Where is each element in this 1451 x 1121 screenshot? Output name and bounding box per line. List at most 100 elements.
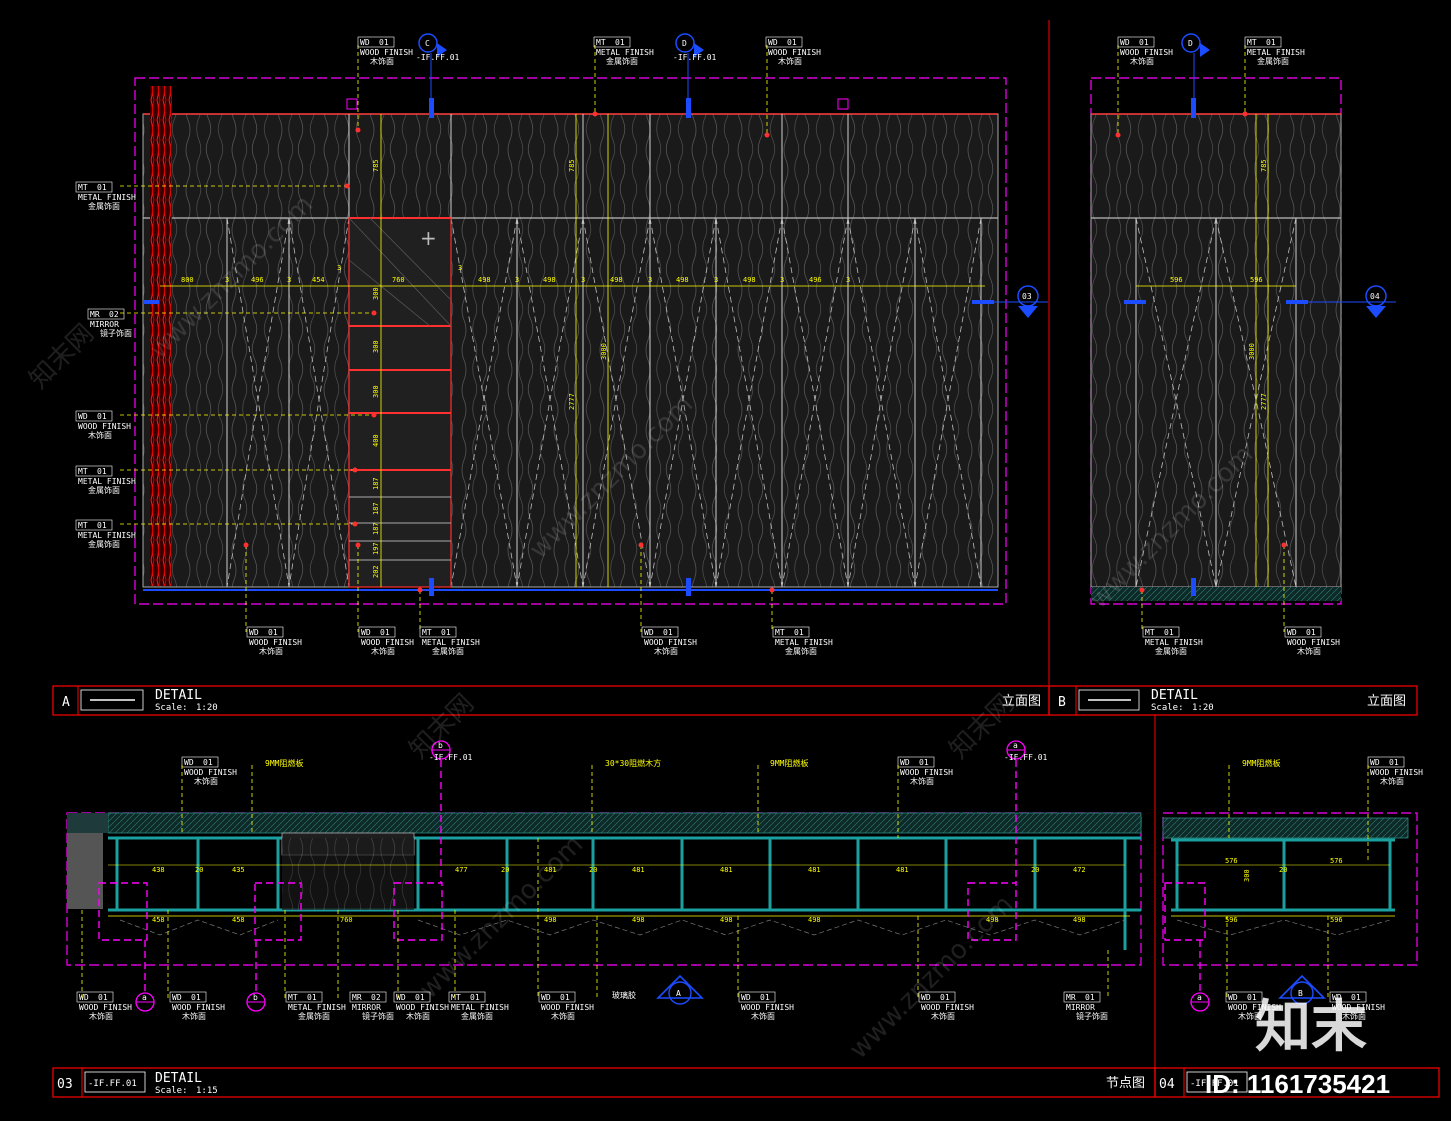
tag-code: WD [900,758,910,767]
section-mark-03: 03 [994,285,1048,318]
material-tag-wd01: WD 01WOOD FINISH木饰面 [1117,36,1173,66]
tag-number: 01 [380,628,390,637]
dim: 187 [372,477,380,490]
plan-bubble-a-bottom: a [135,992,155,1012]
tag-number: 01 [1389,758,1399,767]
note-board: 9MM阻燃板 [265,758,303,768]
dim: 498 [743,276,756,284]
tag-number: 01 [1306,628,1316,637]
section-mark-d: D -IF.FF.01 [673,33,717,98]
dim: 197 [372,542,380,555]
tag-finish-cn: 金属饰面 [461,1011,493,1021]
dim: 300 [372,340,380,353]
material-tag-mr01: MR 01MIRROR镜子饰面 [1063,991,1108,1021]
dim: 2777 [1260,393,1268,410]
material-tag-mt01: MT 01METAL FINISH金属饰面 [75,181,136,211]
svg-text:+: + [420,226,437,250]
section-label: D [1188,39,1193,48]
tag-finish-cn: 木饰面 [654,646,678,656]
dim: 785 [1260,159,1268,172]
tag-finish: METAL FINISH [1247,48,1305,57]
tag-code: MT [1247,38,1257,47]
dim: 576 [1225,857,1238,865]
tag-finish-cn: 镜子饰面 [1076,1011,1108,1021]
tag-number: 01 [97,467,107,476]
dim: 3 [287,276,291,284]
dim: 498 [544,916,557,924]
tag-finish: METAL FINISH [1145,638,1203,647]
watermark-cn: 知末网 [24,319,100,395]
dim: 498 [720,916,733,924]
tag-code: MR [90,310,100,319]
tag-finish: METAL FINISH [596,48,654,57]
tag-finish: MIRROR [1066,1003,1095,1012]
dim: 187 [372,502,380,515]
dim: 20 [501,866,509,874]
tag-code: WD [360,38,370,47]
tag-number: 01 [98,993,108,1002]
dim: 3 [714,276,718,284]
material-tag-mr02: MR 02MIRROR镜子饰面 [87,308,132,338]
dim: 760 [392,276,405,284]
tag-number: 01 [794,628,804,637]
dim: 596 [1170,276,1183,284]
tag-finish: WOOD FINISH [541,1003,594,1012]
dim: 3 [648,276,652,284]
tag-finish-cn: 镜子饰面 [362,1011,394,1021]
tag-finish: METAL FINISH [451,1003,509,1012]
tag-code: MT [422,628,432,637]
tag-code: WD [172,993,182,1002]
tag-finish-cn: 木饰面 [370,56,394,66]
section-label: 03 [1022,292,1032,301]
dim: 438 [152,866,165,874]
dim: 202 [372,565,380,578]
note-glue: 玻璃胶 [612,990,636,1000]
bubble-label: b [253,993,258,1002]
material-tag-mt01: MT 01METAL FINISH金属饰面 [772,626,833,656]
tag-number: 01 [97,521,107,530]
tag-finish-cn: 木饰面 [406,1011,430,1021]
panel-label: 04 [1159,1077,1175,1092]
material-tag-wd01: WD 01WOOD FINISH木饰面 [358,626,414,656]
dim: 498 [543,276,556,284]
tag-code: MR [1066,993,1076,1002]
dim: 400 [372,434,380,447]
watermark-logo: 知末 [1255,995,1367,1060]
material-tag-mt01: MT 01METAL FINISH金属饰面 [593,36,654,66]
tag-finish-cn: 金属饰面 [1155,646,1187,656]
tag-code: WD [396,993,406,1002]
tag-finish: WOOD FINISH [900,768,953,777]
section-mark-c: C -IF.FF.01 [416,33,460,98]
tag-finish: WOOD FINISH [644,638,697,647]
dim: 498 [676,276,689,284]
tag-finish: WOOD FINISH [768,48,821,57]
tag-number: 01 [470,993,480,1002]
panel-title: DETAIL [1151,688,1198,703]
bubble-label: a [1013,741,1018,750]
dim: 20 [195,866,203,874]
bubble-ref: -IF.FF.01 [1004,753,1048,762]
tag-number: 01 [787,38,797,47]
tag-code: WD [1120,38,1130,47]
tag-code: WD [644,628,654,637]
material-tag-wd01: WD 01WOOD FINISH木饰面 [246,626,302,656]
dim: 472 [1073,866,1086,874]
tag-number: 01 [268,628,278,637]
tag-number: 01 [203,758,213,767]
note-wood: 30*30阻燃木方 [605,758,661,768]
scale-value: 1:20 [196,703,218,713]
material-tag-wd01: WD 01WOOD FINISH木饰面 [1367,756,1423,786]
tag-code: WD [78,412,88,421]
scale-value: 1:15 [196,1086,218,1096]
dim: 20 [1031,866,1039,874]
material-tag-wd01: WD 01WOOD FINISH木饰面 [169,991,225,1021]
tag-code: WD [184,758,194,767]
tag-finish: WOOD FINISH [1120,48,1173,57]
tag-number: 01 [760,993,770,1002]
tag-code: WD [249,628,259,637]
tag-code: MT [1145,628,1155,637]
tag-number: 01 [1139,38,1149,47]
dim: 3 [337,264,341,272]
tag-finish-cn: 金属饰面 [785,646,817,656]
scale-label: Scale: [155,703,188,713]
